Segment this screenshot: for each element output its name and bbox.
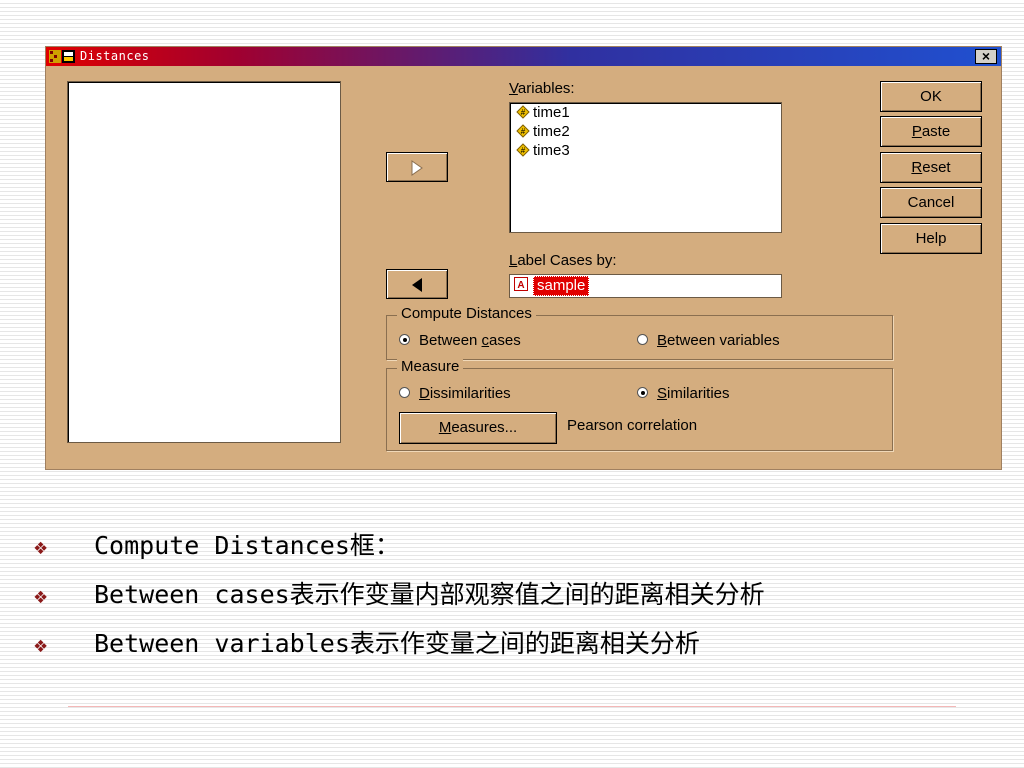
- help-button[interactable]: Help: [880, 223, 982, 254]
- arrow-left-icon: [412, 278, 422, 292]
- arrow-right-icon: [411, 160, 423, 176]
- diamond-bullet-icon: ❖: [34, 584, 48, 609]
- string-variable-icon: A: [514, 277, 528, 291]
- measures-button[interactable]: Measures...: [399, 412, 557, 444]
- spss-app-icon: [49, 50, 75, 63]
- label-cases-label: Label Cases by:: [509, 252, 617, 269]
- svg-text:#: #: [521, 127, 526, 136]
- move-to-label-button[interactable]: [386, 269, 448, 299]
- numeric-variable-icon: #: [516, 124, 530, 138]
- compute-distances-group: Compute Distances Between cases Between …: [386, 305, 893, 360]
- paste-button[interactable]: Paste: [880, 116, 982, 147]
- variables-label: Variables:: [509, 80, 575, 97]
- measure-value-text: Pearson correlation: [567, 417, 698, 434]
- cancel-button[interactable]: Cancel: [880, 187, 982, 218]
- diamond-bullet-icon: ❖: [34, 535, 48, 560]
- source-variable-list[interactable]: [67, 81, 341, 443]
- compute-distances-title: Compute Distances: [397, 305, 536, 322]
- distances-dialog: Distances × Variables: # time1 # time2 #…: [45, 46, 1002, 470]
- measure-title: Measure: [397, 358, 464, 375]
- between-cases-radio[interactable]: Between cases: [399, 332, 521, 349]
- svg-text:#: #: [521, 146, 526, 155]
- numeric-variable-icon: #: [516, 105, 530, 119]
- svg-text:A: A: [517, 280, 524, 291]
- variables-list[interactable]: # time1 # time2 # time3: [509, 102, 782, 233]
- dissimilarities-radio[interactable]: Dissimilarities: [399, 385, 511, 402]
- measure-group: Measure Dissimilarities Similarities Mea…: [386, 358, 893, 451]
- label-cases-value: sample: [533, 276, 590, 296]
- bullet-item: ❖ Between variables表示作变量之间的距离相关分析: [34, 629, 700, 658]
- bullet-item: ❖ Compute Distances框：: [34, 531, 400, 560]
- numeric-variable-icon: #: [516, 143, 530, 157]
- label-cases-field[interactable]: A sample: [509, 274, 782, 298]
- title-bar[interactable]: Distances ×: [46, 47, 1001, 66]
- window-title: Distances: [80, 49, 150, 63]
- similarities-radio[interactable]: Similarities: [637, 385, 730, 402]
- reset-button[interactable]: Reset: [880, 152, 982, 183]
- diamond-bullet-icon: ❖: [34, 633, 48, 658]
- close-button[interactable]: ×: [975, 49, 997, 64]
- bullet-item: ❖ Between cases表示作变量内部观察值之间的距离相关分析: [34, 580, 765, 609]
- list-item[interactable]: # time2: [516, 123, 570, 141]
- move-to-variables-button[interactable]: [386, 152, 448, 182]
- radio-selected-icon: [399, 334, 410, 345]
- list-item[interactable]: # time1: [516, 104, 570, 122]
- ok-button[interactable]: OK: [880, 81, 982, 112]
- footer-divider: [68, 706, 956, 707]
- radio-unselected-icon: [399, 387, 410, 398]
- radio-selected-icon: [637, 387, 648, 398]
- radio-unselected-icon: [637, 334, 648, 345]
- list-item[interactable]: # time3: [516, 142, 570, 160]
- svg-text:#: #: [521, 108, 526, 117]
- between-variables-radio[interactable]: Between variables: [637, 332, 780, 349]
